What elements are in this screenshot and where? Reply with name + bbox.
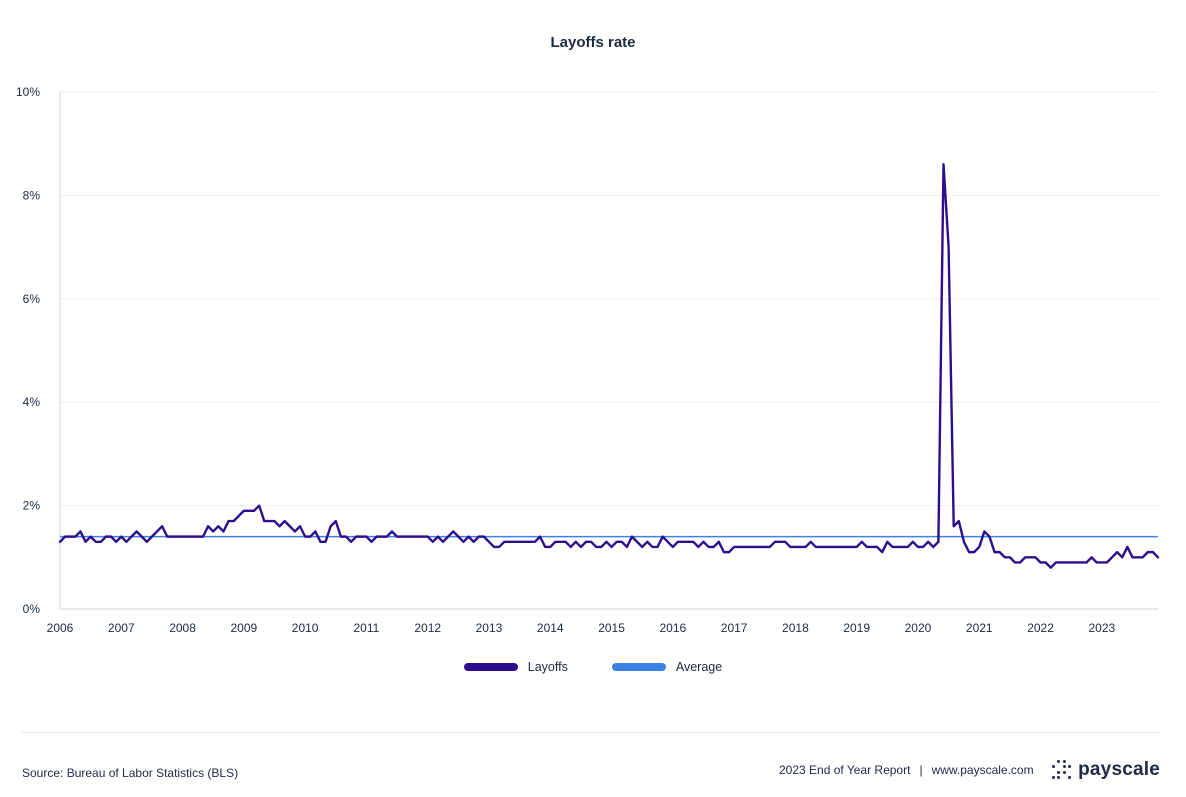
- y-tick-label: 2%: [23, 499, 41, 513]
- legend-item-layoffs[interactable]: Layoffs: [463, 660, 568, 674]
- grid-layer: [60, 91, 1158, 507]
- y-tick-label: 4%: [23, 395, 41, 409]
- payscale-logo-icon: [1051, 759, 1073, 781]
- footer-separator: |: [919, 763, 923, 777]
- legend-swatch-layoffs: [463, 663, 518, 671]
- x-tick-label: 2007: [108, 621, 135, 635]
- footer-report: 2023 End of Year Report: [779, 763, 911, 777]
- y-tick-label: 8%: [23, 188, 41, 202]
- legend-swatch-average: [611, 663, 666, 671]
- x-tick-label: 2018: [782, 621, 809, 635]
- x-tick-label: 2020: [905, 621, 932, 635]
- brand-name: payscale: [1078, 759, 1160, 780]
- x-tick-label: 2017: [721, 621, 748, 635]
- y-tick-label: 10%: [16, 85, 40, 99]
- x-tick-label: 2012: [414, 621, 441, 635]
- y-tick-label: 6%: [23, 292, 41, 306]
- x-tick-label: 2011: [354, 621, 380, 635]
- x-tick-label: 2022: [1027, 621, 1054, 635]
- x-tick-label: 2008: [169, 621, 196, 635]
- series-line-layoffs: [58, 163, 1160, 569]
- brand-logo[interactable]: payscale: [1051, 759, 1160, 781]
- y-tick-label: 0%: [23, 602, 41, 616]
- legend: Layoffs Average: [0, 660, 1186, 674]
- footer-url[interactable]: www.payscale.com: [932, 763, 1034, 777]
- axis-layer: 0% 2% 4% 6% 8% 10% 2006 2007 2008 2009 2010 2011 201…: [16, 85, 1158, 635]
- chart-plot-area: 0% 2% 4% 6% 8% 10% 2006 2007 2008 2009 2010 2011 201…: [16, 85, 1160, 635]
- footer-divider: [22, 732, 1160, 733]
- x-tick-label: 2013: [476, 621, 503, 635]
- legend-label-layoffs: Layoffs: [527, 660, 568, 674]
- x-tick-label: 2016: [659, 621, 686, 635]
- x-tick-label: 2021: [966, 621, 993, 635]
- x-tick-label: 2023: [1088, 621, 1115, 635]
- x-tick-label: 2006: [47, 621, 74, 635]
- series-layer: [58, 163, 1160, 569]
- x-tick-label: 2010: [292, 621, 319, 635]
- legend-label-average: Average: [675, 660, 723, 674]
- x-tick-label: 2009: [230, 621, 257, 635]
- footer-right: 2023 End of Year Report | www.payscale.c…: [779, 759, 1160, 781]
- x-tick-label: 2015: [598, 621, 625, 635]
- legend-item-average[interactable]: Average: [611, 660, 723, 674]
- footer-source: Source: Bureau of Labor Statistics (BLS): [22, 766, 239, 780]
- x-tick-label: 2019: [843, 621, 870, 635]
- x-tick-label: 2014: [537, 621, 564, 635]
